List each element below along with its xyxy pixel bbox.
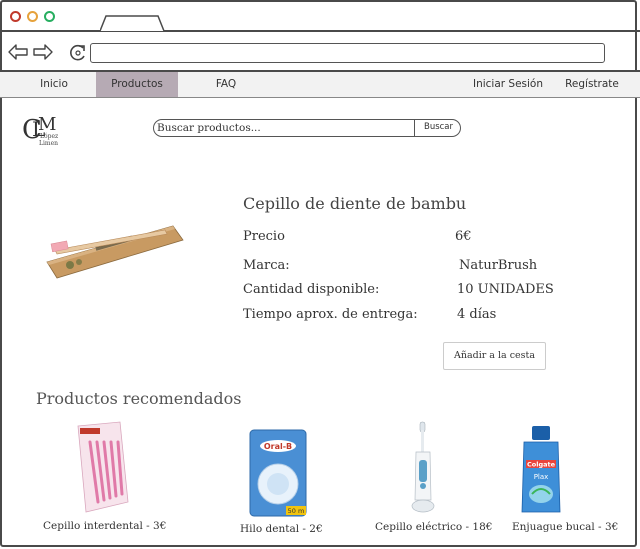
mouthwash-brand-text: Colgate — [527, 461, 556, 469]
electric-toothbrush-image — [411, 421, 435, 513]
browser-tab[interactable] — [100, 15, 165, 32]
price-value: 6€ — [455, 229, 472, 244]
delivery-label: Tiempo aprox. de entrega: — [243, 307, 418, 322]
maximize-window-icon[interactable] — [44, 11, 55, 22]
minimize-window-icon[interactable] — [27, 11, 38, 22]
recommended-heading: Productos recomendados — [36, 389, 242, 408]
browser-titlebar — [0, 0, 640, 32]
address-bar[interactable] — [90, 43, 605, 63]
nav-item-faq[interactable]: FAQ — [206, 72, 246, 97]
add-to-cart-button[interactable]: Añadir a la cesta — [443, 342, 546, 370]
nav-item-inicio[interactable]: Inicio — [28, 72, 80, 97]
nav-item-productos[interactable]: Productos — [96, 72, 178, 97]
recommended-item-interdental[interactable] — [72, 420, 132, 516]
floss-meters-text: 50 m — [288, 507, 305, 515]
back-arrow-icon[interactable] — [7, 43, 29, 61]
interdental-brush-image — [77, 421, 129, 513]
recommended-caption-interdental[interactable]: Cepillo interdental - 3€ — [43, 520, 166, 532]
browser-toolbar — [0, 32, 640, 72]
mouthwash-image: Colgate Plax — [521, 426, 561, 513]
floss-brand-text: Oral-B — [264, 442, 292, 451]
main-nav: Inicio Productos FAQ Iniciar Sesión Regí… — [0, 72, 640, 98]
recommended-item-mouthwash[interactable]: Colgate Plax — [518, 424, 564, 516]
reload-icon[interactable] — [68, 43, 88, 63]
brand-value: NaturBrush — [459, 258, 538, 273]
nav-item-registrate[interactable]: Regístrate — [560, 72, 624, 97]
logo-text-limen: Limen — [39, 140, 58, 147]
stock-label: Cantidad disponible: — [243, 282, 380, 297]
brand-logo[interactable]: C L M López Limen — [22, 112, 72, 148]
recommended-caption-mouthwash[interactable]: Enjuague bucal - 3€ — [512, 521, 618, 533]
brand-label: Marca: — [243, 258, 290, 273]
close-window-icon[interactable] — [10, 11, 21, 22]
nav-item-iniciar-sesion[interactable]: Iniciar Sesión — [468, 72, 548, 97]
mouthwash-sub-text: Plax — [534, 473, 549, 481]
recommended-item-electric[interactable] — [408, 420, 438, 516]
stock-value: 10 UNIDADES — [457, 282, 554, 297]
delivery-value: 4 días — [457, 307, 497, 322]
product-title: Cepillo de diente de bambu — [243, 194, 467, 213]
product-image-bamboo-toothbrush — [45, 218, 185, 280]
recommended-caption-electric[interactable]: Cepillo eléctrico - 18€ — [375, 521, 492, 533]
search-bar: Buscar — [153, 119, 461, 137]
search-button[interactable]: Buscar — [414, 119, 462, 137]
price-label: Precio — [243, 229, 285, 244]
recommended-item-floss[interactable]: Oral-B 50 m — [248, 428, 312, 520]
logo-text-lopez: López — [40, 133, 58, 140]
search-input[interactable] — [157, 120, 412, 135]
recommended-caption-floss[interactable]: Hilo dental - 2€ — [240, 523, 323, 535]
dental-floss-image: Oral-B 50 m — [249, 429, 307, 517]
svg-text:M: M — [38, 114, 56, 135]
forward-arrow-icon[interactable] — [32, 43, 54, 61]
